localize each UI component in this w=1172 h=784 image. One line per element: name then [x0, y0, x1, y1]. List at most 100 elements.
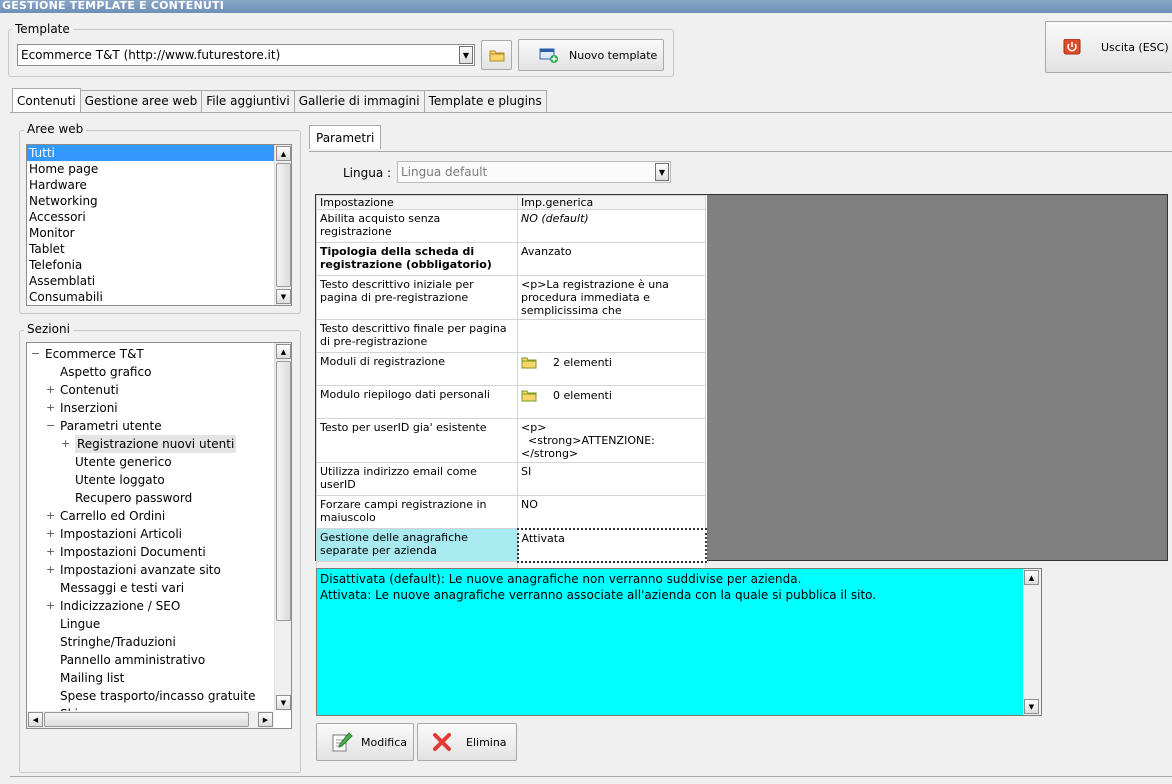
parameter-row[interactable]: Forzare campi registrazione in maiuscolo… — [316, 495, 706, 529]
parameter-name[interactable]: Modulo riepilogo dati personali — [316, 385, 518, 419]
expand-plus-icon[interactable]: + — [61, 438, 70, 449]
parameter-value[interactable]: Attivata — [516, 527, 707, 563]
scroll-thumb[interactable] — [276, 361, 291, 621]
tree-node[interactable]: Parametri utente — [60, 417, 162, 435]
tree-node[interactable]: Utente loggato — [75, 471, 165, 489]
column-header-impostazione[interactable]: Impostazione — [316, 195, 518, 210]
parameter-name[interactable]: Moduli di registrazione — [316, 352, 518, 386]
parameter-row[interactable]: Testo per userID gia' esistente <p> <stro… — [316, 418, 706, 463]
parameter-value[interactable] — [517, 319, 706, 353]
tree-node[interactable]: Stringhe/Traduzioni — [60, 633, 176, 651]
area-web-item[interactable]: Tablet — [27, 241, 274, 257]
tree-node[interactable]: Messaggi e testi vari — [60, 579, 184, 597]
lingua-select[interactable]: Lingua default ▼ — [397, 161, 671, 183]
scroll-left-icon[interactable]: ◀ — [28, 712, 43, 727]
parameter-value[interactable]: 2 elementi — [517, 352, 706, 386]
tree-node[interactable]: Recupero password — [75, 489, 192, 507]
folder-icon[interactable] — [521, 355, 537, 369]
parameter-value[interactable]: <p> <strong>ATTENZIONE:</strong> — [517, 418, 706, 463]
expand-plus-icon[interactable]: + — [46, 384, 55, 395]
parameter-row[interactable]: Utilizza indirizzo email come userID SI — [316, 462, 706, 496]
tree-node[interactable]: Inserzioni — [60, 399, 118, 417]
parameter-value[interactable]: <p>La registrazione è una procedura imme… — [517, 275, 706, 320]
parameter-value[interactable]: NO (default) — [517, 209, 706, 243]
area-web-item[interactable]: Home page — [27, 161, 274, 177]
tab-file-aggiuntivi[interactable]: File aggiuntivi — [201, 90, 295, 112]
tree-node[interactable]: Contenuti — [60, 381, 119, 399]
open-folder-button[interactable] — [481, 40, 512, 70]
area-web-item[interactable]: Telefonia — [27, 257, 274, 273]
tab-template-e-plugins[interactable]: Template e plugins — [423, 90, 547, 112]
sezioni-vscrollbar[interactable]: ▲ ▼ — [274, 343, 291, 711]
area-web-item[interactable]: Tutti — [27, 145, 274, 161]
modifica-button[interactable]: Modifica — [316, 723, 414, 761]
expand-plus-icon[interactable]: + — [46, 546, 55, 557]
parameter-name[interactable]: Gestione delle anagrafiche separate per … — [316, 528, 518, 562]
chevron-down-icon[interactable]: ▼ — [459, 46, 473, 64]
collapse-minus-icon[interactable]: − — [31, 348, 40, 359]
scroll-down-icon[interactable]: ▼ — [276, 695, 291, 710]
exit-button[interactable]: Uscita (ESC) — [1045, 21, 1172, 73]
tree-node[interactable]: Impostazioni Documenti — [60, 543, 206, 561]
parameter-value[interactable]: 0 elementi — [517, 385, 706, 419]
area-web-item[interactable]: Hardware — [27, 177, 274, 193]
area-web-item[interactable]: Networking — [27, 193, 274, 209]
parameter-name[interactable]: Testo per userID gia' esistente — [316, 418, 518, 463]
tree-node[interactable]: Impostazioni avanzate sito — [60, 561, 221, 579]
parameter-row[interactable]: Abilita acquisto senza registrazione NO (… — [316, 209, 706, 243]
expand-plus-icon[interactable]: + — [46, 564, 55, 575]
tree-node[interactable]: Ecommerce T&T — [45, 345, 144, 363]
tree-node[interactable]: Mailing list — [60, 669, 124, 687]
parameter-value[interactable]: NO — [517, 495, 706, 529]
folder-icon[interactable] — [521, 388, 537, 402]
tree-node[interactable]: Pannello amministrativo — [60, 651, 205, 669]
aree-web-list[interactable]: Tutti Home page Hardware Networking Accessor… — [26, 144, 292, 306]
parameter-description[interactable]: Disattivata (default): Le nuove anagrafi… — [316, 568, 1042, 716]
tree-node[interactable]: Carrello ed Ordini — [60, 507, 165, 525]
parameter-row[interactable]: Moduli di registrazione 2 elementi — [316, 352, 706, 386]
description-scrollbar[interactable]: ▲ ▼ — [1023, 569, 1041, 715]
elimina-button[interactable]: Elimina — [417, 723, 517, 761]
parameter-row[interactable]: Tipologia della scheda di registrazione … — [316, 242, 706, 276]
parameter-name[interactable]: Testo descrittivo iniziale per pagina di… — [316, 275, 518, 320]
parameter-name[interactable]: Abilita acquisto senza registrazione — [316, 209, 518, 243]
area-web-item[interactable]: Monitor — [27, 225, 274, 241]
parameter-value[interactable]: SI — [517, 462, 706, 496]
tab-parametri[interactable]: Parametri — [309, 125, 382, 149]
tree-node[interactable]: Indicizzazione / SEO — [60, 597, 180, 615]
tab-contenuti[interactable]: Contenuti — [12, 88, 81, 112]
tree-node[interactable]: Spese trasporto/incasso gratuite — [60, 687, 255, 705]
template-select[interactable]: Ecommerce T&T (http://www.futurestore.it… — [17, 44, 475, 66]
parameter-row[interactable]: Testo descrittivo finale per pagina di p… — [316, 319, 706, 353]
parameter-name[interactable]: Utilizza indirizzo email come userID — [316, 462, 518, 496]
parameter-name[interactable]: Tipologia della scheda di registrazione … — [316, 242, 518, 276]
expand-plus-icon[interactable]: + — [46, 402, 55, 413]
expand-plus-icon[interactable]: + — [46, 528, 55, 539]
scroll-up-icon[interactable]: ▲ — [1024, 570, 1039, 585]
parameter-row[interactable]: Modulo riepilogo dati personali 0 element… — [316, 385, 706, 419]
parameter-row[interactable]: Testo descrittivo iniziale per pagina di… — [316, 275, 706, 320]
parameter-name[interactable]: Forzare campi registrazione in maiuscolo — [316, 495, 518, 529]
new-template-button[interactable]: Nuovo template — [518, 39, 664, 71]
tab-gestione-aree-web[interactable]: Gestione aree web — [79, 90, 203, 112]
expand-plus-icon[interactable]: + — [46, 600, 55, 611]
scroll-right-icon[interactable]: ▶ — [258, 712, 273, 727]
sezioni-hscrollbar[interactable]: ◀ ▶ — [27, 711, 274, 728]
tab-gallerie-di-immagini[interactable]: Gallerie di immagini — [293, 90, 425, 112]
tree-node[interactable]: Lingue — [60, 615, 100, 633]
collapse-minus-icon[interactable]: − — [46, 420, 55, 431]
tree-node[interactable]: Impostazioni Articoli — [60, 525, 182, 543]
column-header-imp-generica[interactable]: Imp.generica — [517, 195, 706, 210]
parameter-row[interactable]: Gestione delle anagrafiche separate per … — [316, 527, 707, 563]
scroll-down-icon[interactable]: ▼ — [276, 289, 291, 304]
tree-node[interactable]: Aspetto grafico — [60, 363, 151, 381]
sezioni-tree[interactable]: − Ecommerce T&T Aspetto grafico + Contenuti +… — [26, 342, 292, 729]
area-web-item[interactable]: Assemblati — [27, 273, 274, 289]
scroll-thumb[interactable] — [276, 163, 291, 287]
scroll-up-icon[interactable]: ▲ — [276, 344, 291, 359]
chevron-down-icon[interactable]: ▼ — [655, 163, 669, 181]
parameter-value[interactable]: Avanzato — [517, 242, 706, 276]
scroll-down-icon[interactable]: ▼ — [1024, 699, 1039, 714]
area-web-item[interactable]: Consumabili — [27, 289, 274, 305]
scroll-thumb[interactable] — [44, 712, 249, 727]
